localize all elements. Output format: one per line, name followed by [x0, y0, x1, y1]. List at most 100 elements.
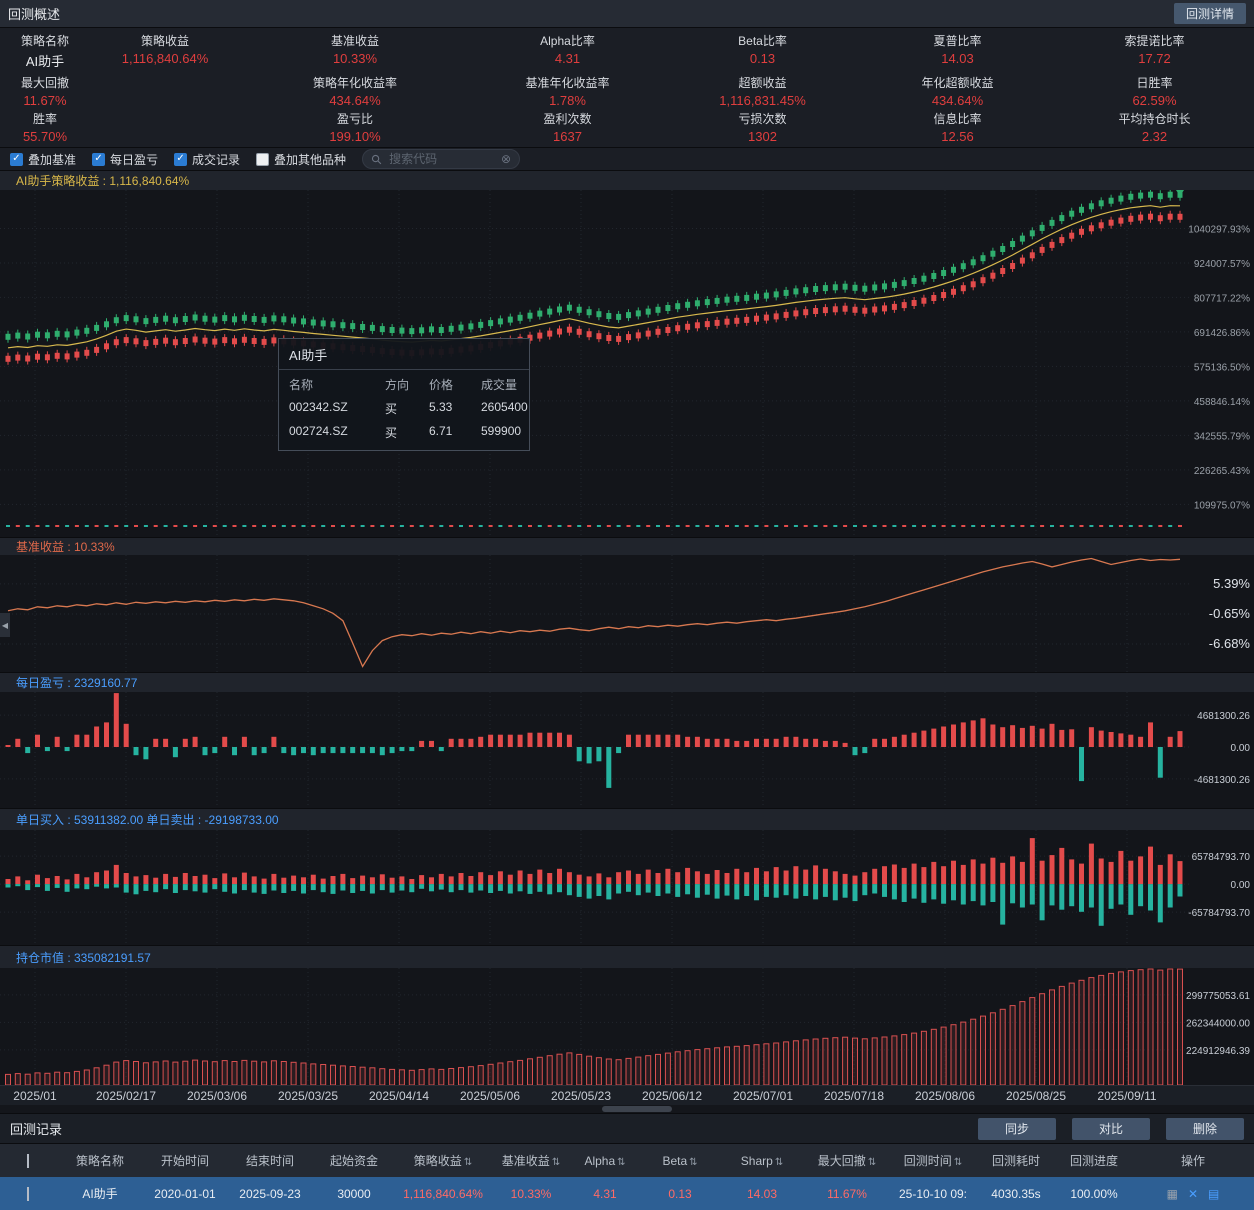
svg-text:575136.50%: 575136.50% — [1194, 362, 1250, 373]
svg-text:0.00: 0.00 — [1231, 743, 1251, 754]
backtest-detail-button[interactable]: 回测详情 — [1174, 3, 1246, 24]
cashflow-section-title: 单日买入 : 53911382.00 单日卖出 : -29198733.00 — [16, 811, 279, 828]
col-header-backtest_time[interactable]: 回测时间⇅ — [890, 1152, 976, 1169]
checkbox-label: 每日盈亏 — [110, 151, 158, 168]
stat-benchmark_return: 基准收益10.33% — [240, 32, 470, 74]
svg-text:299775053.61: 299775053.61 — [1186, 991, 1250, 1002]
pnl-section-header: 每日盈亏 : 2329160.77 — [0, 672, 1254, 692]
col-header-strategy_return[interactable]: 策略收益⇅ — [394, 1152, 492, 1169]
checked-checkbox-icon[interactable]: ✓ — [92, 153, 105, 166]
stat-info_ratio: 信息比率12.56 — [860, 110, 1055, 146]
daily-pnl-chart[interactable]: 4681300.260.00-4681300.26 — [0, 692, 1254, 808]
collapse-axis-handle[interactable]: ◀ — [0, 613, 10, 637]
tooltip-col-header: 价格 — [429, 376, 481, 393]
tooltip-cell: 002342.SZ — [289, 400, 385, 417]
tooltip-cell: 买 — [385, 424, 429, 441]
chart-toolbar: ✓ 叠加基准 ✓ 每日盈亏 ✓成交记录叠加其他品种 ⊗ — [0, 148, 1254, 170]
stat-value: 55.70% — [23, 129, 67, 144]
scrollbar-thumb[interactable] — [602, 1106, 672, 1112]
sort-icon[interactable]: ⇅ — [775, 1157, 783, 1168]
stat-label: 索提诺比率 — [1124, 32, 1184, 49]
checkbox-overlay-benchmark[interactable]: ✓ 叠加基准 — [10, 151, 76, 168]
buy-sell-chart[interactable]: 65784793.700.00-65784793.70 — [0, 830, 1254, 945]
cell-elapsed: 4030.35s — [976, 1187, 1056, 1201]
stat-label: Alpha比率 — [540, 32, 595, 49]
cell-initial_capital: 30000 — [314, 1187, 394, 1201]
checked-checkbox-icon[interactable]: ✓ — [10, 153, 23, 166]
stat-strategy_return: 策略收益1,116,840.64% — [90, 32, 240, 74]
x-axis-label: 2025/05/23 — [541, 1089, 621, 1103]
stat-value: 1.78% — [549, 93, 586, 108]
checkbox-trade-records[interactable]: ✓成交记录 — [174, 151, 240, 168]
search-box[interactable]: ⊗ — [362, 149, 520, 169]
row-checkbox[interactable] — [27, 1187, 29, 1201]
report-icon[interactable]: ▦ — [1167, 1187, 1178, 1201]
col-header-ops: 操作 — [1132, 1152, 1254, 1169]
position-value-chart[interactable]: 299775053.61262344000.00224912946.39 — [0, 968, 1254, 1085]
col-header-beta[interactable]: Beta⇅ — [640, 1154, 720, 1168]
sort-icon[interactable]: ⇅ — [552, 1157, 560, 1168]
cell-strategy_return: 1,116,840.64% — [394, 1187, 492, 1201]
stat-sharpe_ratio: 夏普比率14.03 — [860, 32, 1055, 74]
stat-strategy_name: 策略名称AI助手 — [0, 32, 90, 74]
benchmark-chart[interactable]: 5.39%-0.65%-6.68% ◀ — [0, 555, 1254, 672]
cell-max_drawdown: 11.67% — [804, 1187, 890, 1201]
sort-icon[interactable]: ⇅ — [617, 1157, 625, 1168]
col-header-alpha[interactable]: Alpha⇅ — [570, 1154, 640, 1168]
col-header-benchmark_return[interactable]: 基准收益⇅ — [492, 1152, 570, 1169]
equity-section-title: AI助手策略收益 : 1,116,840.64% — [16, 172, 189, 189]
cell-sharp: 14.03 — [720, 1187, 804, 1201]
col-header-max_drawdown[interactable]: 最大回撤⇅ — [804, 1152, 890, 1169]
svg-text:-0.65%: -0.65% — [1209, 606, 1251, 621]
col-header-elapsed: 回测耗时 — [976, 1152, 1056, 1169]
unchecked-checkbox-icon[interactable] — [256, 153, 269, 166]
search-input[interactable] — [387, 151, 496, 167]
tooltip-cell: 5.33 — [429, 400, 481, 417]
tooltip-table: 名称方向价格成交量002342.SZ买5.332605400002724.SZ买… — [279, 370, 529, 450]
top-bar: 回测概述 回测详情 — [0, 0, 1254, 28]
col-header-progress: 回测进度 — [1056, 1152, 1132, 1169]
sort-icon[interactable]: ⇅ — [689, 1157, 697, 1168]
svg-text:4681300.26: 4681300.26 — [1197, 711, 1250, 722]
compare-button[interactable]: 对比 — [1072, 1118, 1150, 1140]
cell-progress: 100.00% — [1056, 1187, 1132, 1201]
delete-icon[interactable]: ✕ — [1188, 1187, 1198, 1201]
checked-checkbox-icon[interactable]: ✓ — [174, 153, 187, 166]
stat-value: 10.33% — [333, 51, 377, 66]
sync-button[interactable]: 同步 — [978, 1118, 1056, 1140]
delete-button[interactable]: 删除 — [1166, 1118, 1244, 1140]
equity-chart[interactable]: 1040297.93%924007.57%807717.22%691426.86… — [0, 190, 1254, 537]
cell-backtest_time: 25-10-10 09: — [890, 1187, 976, 1201]
stat-label: 最大回撤 — [21, 74, 69, 91]
cell-benchmark_return: 10.33% — [492, 1187, 570, 1201]
svg-text:342555.79%: 342555.79% — [1194, 431, 1250, 442]
cashflow-section-header: 单日买入 : 53911382.00 单日卖出 : -29198733.00 — [0, 808, 1254, 830]
stat-value: 0.13 — [750, 51, 775, 66]
stat-label: 亏损次数 — [738, 110, 786, 127]
records-title: 回测记录 — [10, 1119, 62, 1138]
select-all-checkbox[interactable] — [27, 1154, 29, 1168]
sort-icon[interactable]: ⇅ — [954, 1157, 962, 1168]
col-header-sharp[interactable]: Sharp⇅ — [720, 1154, 804, 1168]
position-section-header: 持仓市值 : 335082191.57 — [0, 945, 1254, 968]
checkbox-daily-pnl[interactable]: ✓ 每日盈亏 — [92, 151, 158, 168]
equity-section-header: AI助手策略收益 : 1,116,840.64% — [0, 170, 1254, 190]
stat-value: 1302 — [748, 129, 777, 144]
backtest-overview-app: 回测概述 回测详情 策略名称AI助手策略收益1,116,840.64%基准收益1… — [0, 0, 1254, 1210]
record-row[interactable]: AI助手2020-01-012025-09-23300001,116,840.6… — [0, 1177, 1254, 1210]
stat-value: 1,116,840.64% — [122, 51, 209, 66]
svg-text:807717.22%: 807717.22% — [1194, 293, 1250, 304]
checkbox-label: 叠加基准 — [28, 151, 76, 168]
cell-beta: 0.13 — [640, 1187, 720, 1201]
stat-label: Beta比率 — [738, 32, 787, 49]
stat-label: 策略名称 — [21, 32, 69, 49]
checkbox-overlay-other[interactable]: 叠加其他品种 — [256, 151, 346, 168]
stat-value: 2.32 — [1142, 129, 1167, 144]
stat-value: 62.59% — [1132, 93, 1176, 108]
sort-icon[interactable]: ⇅ — [868, 1157, 876, 1168]
sort-icon[interactable]: ⇅ — [464, 1157, 472, 1168]
chart-scrollbar[interactable] — [0, 1105, 1254, 1113]
svg-text:0.00: 0.00 — [1231, 880, 1251, 891]
clear-icon[interactable]: ⊗ — [501, 152, 511, 166]
log-icon[interactable]: ▤ — [1208, 1187, 1219, 1201]
